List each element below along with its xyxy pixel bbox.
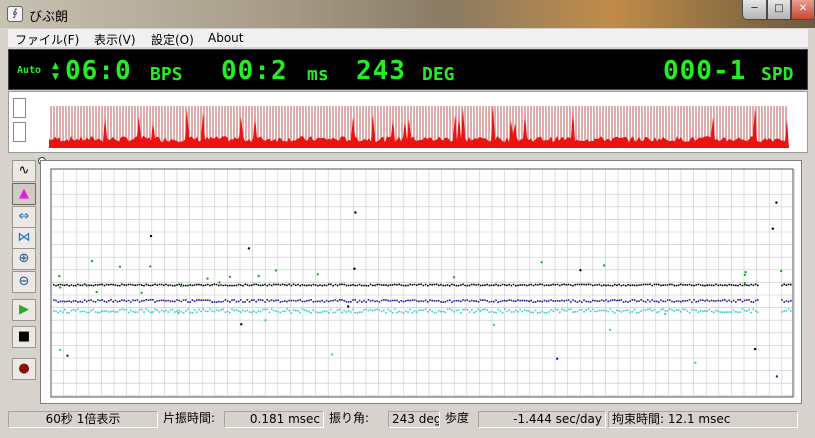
outlier-green <box>780 269 783 273</box>
outlier-green <box>140 291 143 294</box>
outlier-blue <box>66 354 69 357</box>
spd-value: 000-1 <box>663 56 747 86</box>
maximize-button[interactable]: □ <box>767 0 791 20</box>
menu-about[interactable]: About <box>208 31 243 45</box>
outlier-blue <box>556 357 559 360</box>
play-icon[interactable]: ▶ <box>12 299 36 321</box>
strip-checkbox-bottom[interactable] <box>13 122 26 142</box>
stop-icon[interactable]: ■ <box>12 326 36 348</box>
zoom-out-icon[interactable]: ⊖ <box>12 271 36 293</box>
outlier-cyan <box>264 319 267 322</box>
outlier-black <box>354 211 357 214</box>
outlier-green <box>58 275 61 278</box>
bph-unit: BPS <box>150 64 183 85</box>
outlier-black <box>753 347 757 351</box>
status-lift-value: 0.181 msec <box>224 411 324 428</box>
timing-plot <box>40 160 802 404</box>
outlier-green <box>218 281 221 284</box>
app-icon: ∮ <box>7 6 23 22</box>
outlier-cyan <box>664 312 667 316</box>
deg-value: 243 <box>356 56 406 86</box>
outlier-blue <box>775 375 779 378</box>
beat-spinner[interactable]: ▲ ▼ <box>52 61 59 83</box>
status-rate-value: -1.444 sec/day <box>478 411 606 428</box>
outlier-green <box>316 273 319 276</box>
outlier-cyan <box>330 353 334 356</box>
plot-frame <box>50 168 794 398</box>
status-lock-time: 拘束時間: 12.1 msec <box>608 411 798 428</box>
spin-up-icon[interactable]: ▲ <box>52 61 59 72</box>
outlier-black <box>771 227 774 230</box>
outlier-black <box>775 201 778 204</box>
menu-file[interactable]: ファイル(F) <box>15 31 79 48</box>
outlier-green <box>206 277 209 280</box>
bph-value: 06:0 <box>65 56 132 86</box>
close-button[interactable]: ✕ <box>791 0 815 20</box>
outlier-green <box>452 276 456 279</box>
timing-plot-canvas <box>50 168 795 398</box>
strip-checkbox-top[interactable] <box>13 98 26 118</box>
led-panel: Auto ▲ ▼ 06:0 BPS 00:2 ms 243 DEG 000-1 … <box>8 49 808 90</box>
ms-unit: ms <box>307 64 329 85</box>
outlier-green <box>540 261 543 264</box>
outlier-green <box>58 286 62 289</box>
spd-unit: SPD <box>761 64 794 85</box>
outlier-black <box>240 323 243 326</box>
outlier-black <box>347 305 350 308</box>
outlier-green <box>90 259 94 263</box>
outlier-green <box>179 284 183 288</box>
menu-settings[interactable]: 設定(O) <box>151 31 194 48</box>
outlier-cyan <box>608 328 612 331</box>
menu-view[interactable]: 表示(V) <box>94 31 136 48</box>
expand-horizontal-icon[interactable]: ⇔ <box>12 206 36 228</box>
histogram-icon[interactable]: ▲ <box>12 183 36 205</box>
spin-down-icon[interactable]: ▼ <box>52 72 59 83</box>
status-rate-label: 歩度 <box>445 411 470 425</box>
deg-unit: DEG <box>422 64 455 85</box>
record-icon[interactable]: ● <box>12 358 36 380</box>
outlier-black <box>579 269 582 272</box>
minimize-button[interactable]: ─ <box>742 0 767 20</box>
outlier-green <box>744 271 747 274</box>
outlier-green <box>257 274 260 278</box>
status-bar: 60秒 1倍表示 片振時間: 0.181 msec 振り角: 243 deg 歩… <box>8 409 808 429</box>
outlier-cyan <box>492 323 496 327</box>
status-amplitude-label: 振り角: <box>329 411 370 425</box>
outlier-green <box>228 275 232 279</box>
title-bar: ∮ びぶ朗 ─ □ ✕ <box>0 0 815 28</box>
outlier-green <box>118 265 122 268</box>
outlier-green <box>743 281 747 285</box>
ms-value: 00:2 <box>221 56 288 86</box>
status-view: 60秒 1倍表示 <box>8 411 158 428</box>
mode-indicator[interactable]: Auto <box>17 66 41 76</box>
status-amplitude-value: 243 deg <box>388 411 440 428</box>
outlier-green <box>274 269 278 272</box>
outlier-green <box>95 290 98 294</box>
status-lift-label: 片振時間: <box>163 411 216 425</box>
outlier-cyan <box>58 348 62 352</box>
outlier-black <box>353 267 356 270</box>
compress-icon[interactable]: ⋈ <box>12 227 36 249</box>
outlier-black <box>247 247 251 250</box>
outlier-green <box>743 273 746 277</box>
window-title: びぶ朗 <box>29 10 69 25</box>
plot-grid <box>50 168 795 397</box>
outlier-black <box>149 234 153 238</box>
waveform-strip <box>8 91 808 153</box>
outlier-cyan <box>694 361 697 364</box>
sine-wave-icon[interactable]: ∿ <box>12 160 36 182</box>
outlier-green <box>603 264 606 267</box>
zoom-in-icon[interactable]: ⊕ <box>12 248 36 270</box>
outlier-green <box>149 265 152 268</box>
waveform-graph <box>49 96 801 148</box>
outlier-green <box>84 283 88 287</box>
menu-bar: ファイル(F) 表示(V) 設定(O) About <box>8 29 808 47</box>
outlier-cyan <box>177 311 180 315</box>
